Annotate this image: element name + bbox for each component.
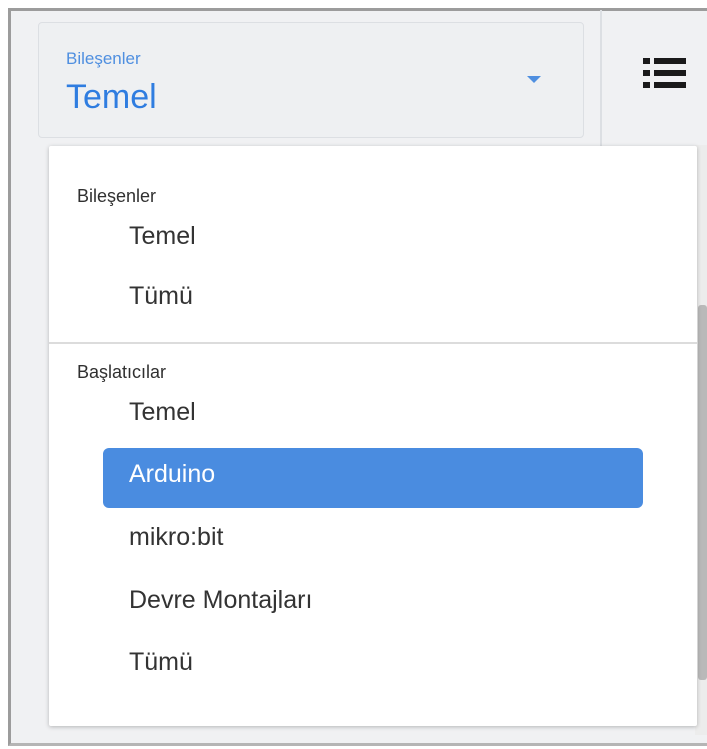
menu-item-label: Temel: [129, 222, 196, 250]
toolbar-divider: [600, 10, 602, 150]
components-select[interactable]: Bileşenler Temel: [38, 22, 584, 138]
scrollbar-thumb[interactable]: [698, 305, 707, 680]
menu-item-components-basic[interactable]: Temel: [103, 210, 643, 270]
menu-item-starters-arduino[interactable]: Arduino: [103, 448, 643, 508]
select-value: Temel: [66, 78, 157, 116]
group-divider: [49, 342, 697, 344]
list-icon: [643, 58, 686, 88]
menu-item-label: Tümü: [129, 282, 193, 310]
menu-item-label: Devre Montajları: [129, 586, 313, 614]
menu-item-label: Tümü: [129, 648, 193, 676]
dropdown-menu: Bileşenler Temel Tümü Başlatıcılar Temel…: [49, 146, 697, 726]
menu-item-label: Temel: [129, 398, 196, 426]
menu-item-starters-basic[interactable]: Temel: [103, 386, 643, 446]
menu-item-starters-circuit-assemblies[interactable]: Devre Montajları: [103, 574, 643, 634]
group-header-components: Bileşenler: [77, 186, 157, 206]
group-header-starters: Başlatıcılar: [77, 362, 167, 382]
menu-item-label: Arduino: [129, 460, 216, 488]
menu-item-components-all[interactable]: Tümü: [103, 270, 643, 330]
menu-item-starters-microbit[interactable]: mikro:bit: [103, 511, 643, 571]
menu-item-label: mikro:bit: [129, 523, 224, 551]
list-view-button[interactable]: [640, 52, 688, 94]
chevron-down-icon: [527, 76, 541, 83]
select-label: Bileşenler: [66, 49, 141, 68]
menu-item-starters-all[interactable]: Tümü: [103, 636, 643, 696]
